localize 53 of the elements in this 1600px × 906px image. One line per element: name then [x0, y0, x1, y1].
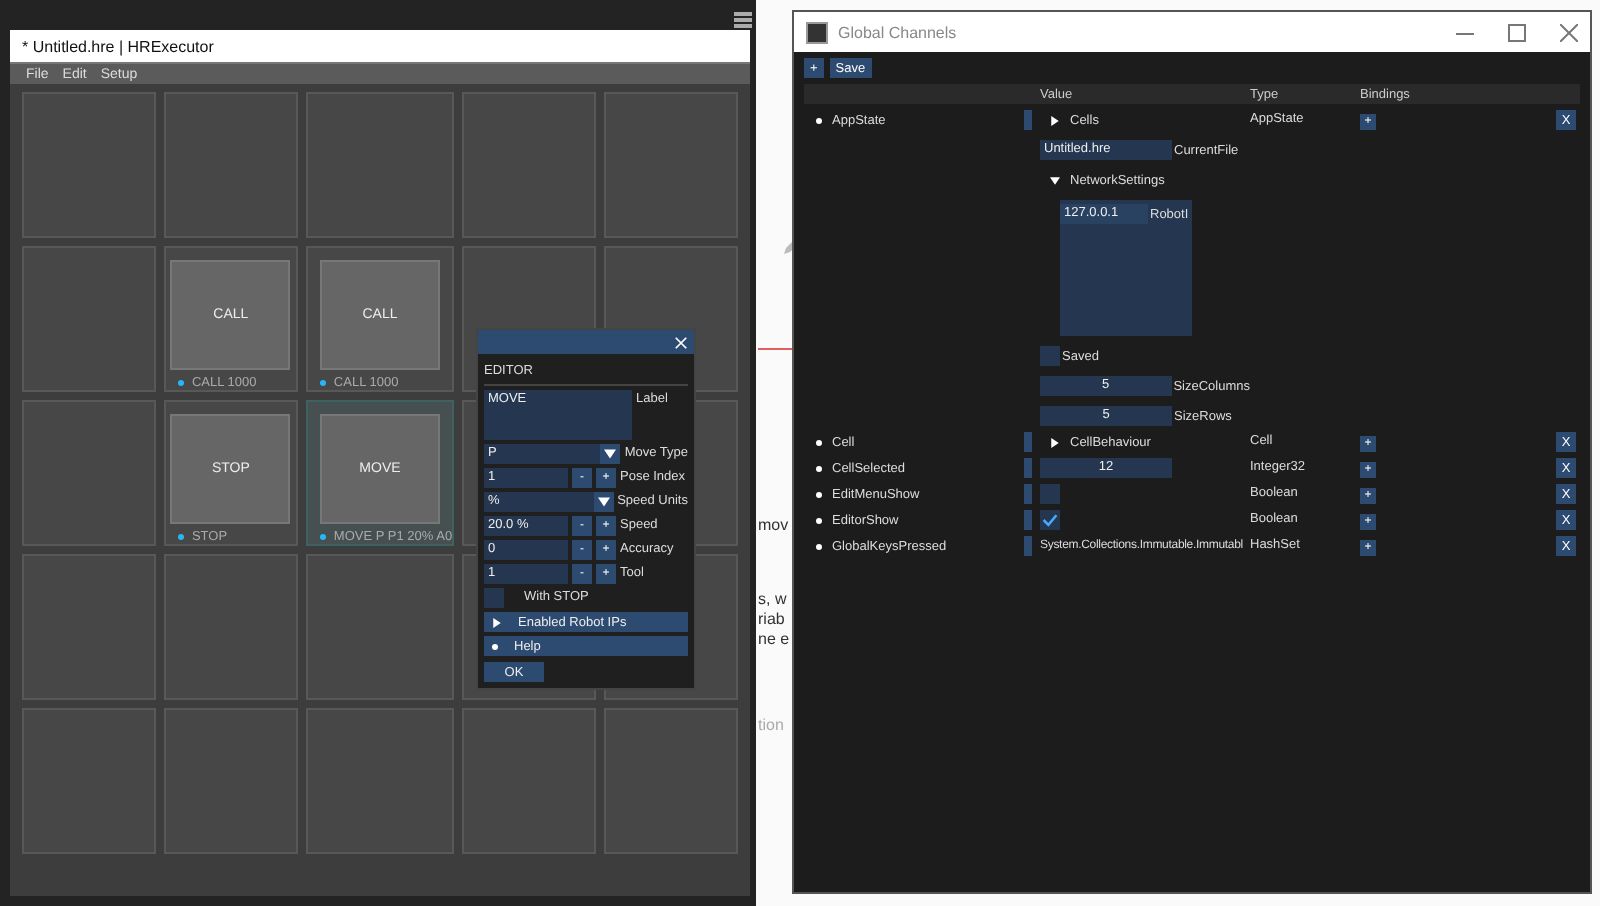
row-marker [1024, 536, 1032, 556]
menu-icon[interactable] [734, 12, 752, 28]
bullet-icon [816, 543, 822, 549]
expand-icon[interactable] [1050, 115, 1060, 125]
grid-cell[interactable] [305, 554, 455, 700]
grid-cell[interactable] [163, 708, 298, 854]
status-dot [177, 534, 184, 540]
expand-icon[interactable] [1050, 437, 1060, 447]
page-text: ne e [758, 630, 790, 650]
page-text: tion [758, 716, 784, 736]
row-marker [1024, 458, 1032, 478]
grid-cell[interactable] [462, 92, 597, 238]
page-text: riab [758, 610, 785, 630]
row-marker [1024, 432, 1032, 452]
bullet-icon [816, 465, 822, 471]
grid-cell[interactable] [22, 708, 156, 854]
grid-cell[interactable] [163, 554, 298, 700]
app-icon [806, 21, 828, 43]
grid-cell[interactable] [604, 92, 738, 238]
row-marker [1024, 484, 1032, 504]
bullet-icon [816, 517, 822, 523]
grid-cell[interactable] [604, 708, 738, 854]
checkbox[interactable] [1040, 484, 1060, 504]
checkbox[interactable] [1040, 346, 1060, 366]
row-marker [1024, 110, 1032, 130]
grid-cell[interactable] [22, 92, 156, 238]
maximize-icon[interactable] [1508, 23, 1526, 41]
checkbox[interactable] [484, 588, 504, 608]
grid-cell[interactable] [163, 92, 298, 238]
expand-icon[interactable] [492, 617, 502, 627]
grid-cell[interactable] [305, 92, 455, 238]
grid-cell[interactable] [22, 400, 156, 546]
bullet-icon [816, 491, 822, 497]
row-marker [1024, 510, 1032, 530]
collapse-icon[interactable] [1050, 175, 1060, 185]
caret-icon[interactable] [604, 448, 617, 460]
status-dot [177, 380, 184, 386]
checkbox[interactable] [1040, 510, 1060, 530]
status-dot [319, 534, 326, 540]
grid-cell[interactable] [305, 708, 455, 854]
window-title: Global Channels [838, 23, 959, 41]
window-title: * Untitled.hre | HRExecutor [22, 37, 214, 55]
page-text: mov [758, 516, 789, 536]
bullet-icon [816, 117, 822, 123]
grid-cell[interactable] [22, 246, 156, 392]
bullet-icon [816, 439, 822, 445]
caret-icon[interactable] [597, 496, 610, 508]
grid-cell[interactable] [462, 708, 597, 854]
status-dot [319, 380, 326, 386]
bullet-icon [492, 643, 498, 649]
page-text: s, w [758, 590, 787, 610]
close-icon[interactable] [1560, 23, 1578, 41]
grid-cell[interactable] [22, 554, 156, 700]
